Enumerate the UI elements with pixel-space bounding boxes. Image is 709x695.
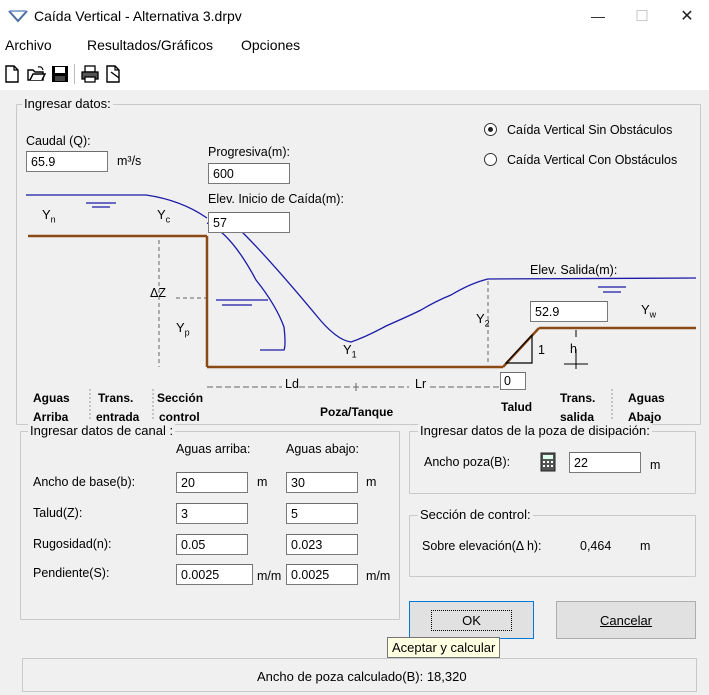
caudal-unit: m³/s xyxy=(117,154,142,168)
poza-tanque-label: Poza/Tanque xyxy=(320,405,394,419)
ld-label: Ld xyxy=(285,377,299,391)
col-aguas-arriba: Aguas arriba: xyxy=(176,442,251,456)
talud-label: Talud xyxy=(501,400,533,414)
menu-opciones[interactable]: Opciones xyxy=(241,37,300,53)
canal-data-group-label: Ingresar datos de canal : xyxy=(28,423,176,438)
radio-con-obstaculos[interactable] xyxy=(484,153,497,166)
ancho-poza-input[interactable]: 22 xyxy=(569,452,641,473)
dz-label: ΔZ xyxy=(150,286,166,300)
seccion-control-label-1: Sección xyxy=(157,391,204,405)
menu-archivo[interactable]: Archivo xyxy=(5,37,52,53)
elev-salida-input[interactable]: 52.9 xyxy=(530,301,608,322)
caudal-label: Caudal (Q): xyxy=(26,134,91,148)
rugosidad-label: Rugosidad(n): xyxy=(33,537,112,551)
ancho-base-abajo-input[interactable]: 30 xyxy=(286,472,358,493)
canal-data-group xyxy=(20,431,400,620)
yw-label: Yw xyxy=(641,302,657,320)
pendiente-unit-abajo: m/m xyxy=(366,569,391,583)
open-folder-icon[interactable] xyxy=(26,64,46,84)
radio-sin-obstaculos-label[interactable]: Caída Vertical Sin Obstáculos xyxy=(507,123,672,137)
aguas-abajo-label-1: Aguas xyxy=(628,391,665,405)
sobre-elevacion-label: Sobre elevación(Δ h): xyxy=(422,539,542,553)
sobre-elevacion-value: 0,464 xyxy=(580,539,612,553)
app-icon xyxy=(8,10,28,23)
aguas-arriba-label-2: Arriba xyxy=(33,410,69,424)
yc-label: Yc xyxy=(157,207,171,225)
ancho-base-label: Ancho de base(b): xyxy=(33,475,136,489)
save-icon[interactable] xyxy=(50,64,70,84)
aguas-abajo-label-2: Abajo xyxy=(628,410,662,424)
print-icon[interactable] xyxy=(80,64,100,84)
status-text: Ancho de poza calculado(B): 18,320 xyxy=(257,669,467,684)
yn-label: Yn xyxy=(42,207,56,225)
radio-sin-obstaculos[interactable] xyxy=(484,123,497,136)
yp-label: Yp xyxy=(176,320,190,338)
calculator-icon[interactable] xyxy=(540,452,556,472)
col-aguas-abajo: Aguas abajo: xyxy=(286,442,359,456)
talud-input[interactable]: 0 xyxy=(500,372,526,390)
ok-tooltip: Aceptar y calcular xyxy=(387,637,501,658)
caudal-input[interactable]: 65.9 xyxy=(26,151,108,172)
elev-inicio-label: Elev. Inicio de Caída(m): xyxy=(208,192,344,206)
sobre-elevacion-unit: m xyxy=(640,539,651,553)
ancho-base-unit-arriba: m xyxy=(257,475,268,489)
toolbar-separator xyxy=(74,64,75,84)
h-label: h xyxy=(570,342,577,356)
pendiente-unit-arriba: m/m xyxy=(257,569,282,583)
print-preview-icon[interactable] xyxy=(104,64,124,84)
rugosidad-abajo-input[interactable]: 0.023 xyxy=(286,534,358,555)
menu-resultados[interactable]: Resultados/Gráficos xyxy=(87,37,213,53)
aguas-arriba-label-1: Aguas xyxy=(33,391,70,405)
trans-salida-label-2: salida xyxy=(560,410,595,424)
seccion-control-label-2: control xyxy=(159,410,200,424)
progresiva-input[interactable]: 600 xyxy=(208,163,290,184)
maximize-icon: ☐ xyxy=(635,8,649,25)
ancho-poza-label: Ancho poza(B): xyxy=(424,455,511,469)
pendiente-arriba-input[interactable]: 0.0025 xyxy=(176,564,253,585)
ok-button[interactable]: OK xyxy=(409,601,534,639)
progresiva-label: Progresiva(m): xyxy=(208,145,290,159)
lr-label: Lr xyxy=(415,377,427,391)
talud-z-abajo-input[interactable]: 5 xyxy=(286,503,358,524)
talud-one-label: 1 xyxy=(538,343,545,357)
poza-data-group-label: Ingresar datos de la poza de disipación: xyxy=(418,423,652,438)
close-icon: ✕ xyxy=(680,8,694,25)
y1-label: Y1 xyxy=(343,342,357,360)
talud-z-label: Talud(Z): xyxy=(33,506,83,520)
trans-entrada-label-1: Trans. xyxy=(98,391,134,405)
elev-inicio-input[interactable]: 57 xyxy=(208,212,290,233)
y2-label: Y2 xyxy=(476,311,490,329)
radio-con-obstaculos-label[interactable]: Caída Vertical Con Obstáculos xyxy=(507,153,677,167)
pendiente-label: Pendiente(S): xyxy=(33,566,110,580)
window-title: Caída Vertical - Alternativa 3.drpv xyxy=(34,8,242,24)
minimize-icon: — xyxy=(591,8,605,24)
trans-salida-label-1: Trans. xyxy=(560,391,596,405)
control-section-group-label: Sección de control: xyxy=(418,507,533,522)
trans-entrada-label-2: entrada xyxy=(96,410,140,424)
ancho-base-unit-abajo: m xyxy=(366,475,377,489)
talud-z-arriba-input[interactable]: 3 xyxy=(176,503,248,524)
cancel-button[interactable]: Cancelar xyxy=(556,601,696,639)
ancho-base-arriba-input[interactable]: 20 xyxy=(176,472,248,493)
elev-salida-label: Elev. Salida(m): xyxy=(530,263,618,277)
new-file-icon[interactable] xyxy=(2,64,22,84)
maximize-button[interactable]: ☐ xyxy=(620,2,664,30)
pendiente-abajo-input[interactable]: 0.0025 xyxy=(286,564,358,585)
minimize-button[interactable]: — xyxy=(576,2,620,30)
rugosidad-arriba-input[interactable]: 0.05 xyxy=(176,534,248,555)
close-button[interactable]: ✕ xyxy=(665,2,709,30)
ancho-poza-unit: m xyxy=(650,458,661,472)
